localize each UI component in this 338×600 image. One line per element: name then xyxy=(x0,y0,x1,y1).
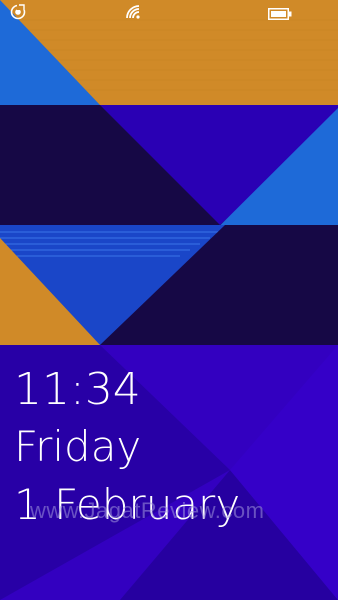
watermark: www.JagatReview.com xyxy=(30,498,265,523)
lock-time: 11:34 xyxy=(14,364,141,415)
signal-icon xyxy=(10,4,26,20)
battery-icon xyxy=(268,8,292,20)
lock-screen[interactable]: 11:34 Friday 1 February www.JagatReview.… xyxy=(0,0,338,600)
status-bar xyxy=(0,0,338,24)
wifi-icon xyxy=(126,5,140,19)
lock-day: Friday xyxy=(14,422,142,471)
